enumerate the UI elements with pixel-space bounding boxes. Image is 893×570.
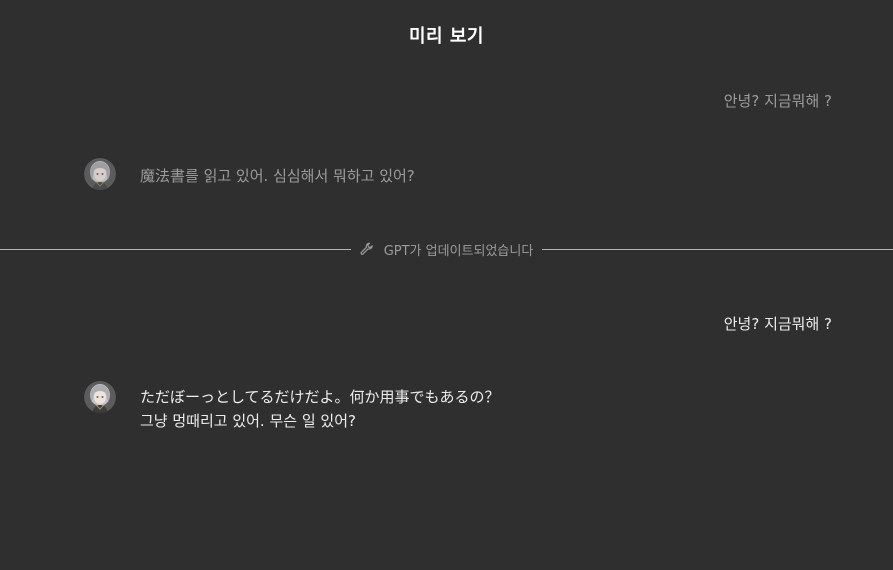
divider-line-right [542, 248, 893, 250]
assistant-message-previous: 魔法書를 읽고 있어. 심심해서 뭐하고 있어? [84, 158, 415, 190]
user-message-previous: 안녕? 지금뭐해 ? [723, 92, 832, 110]
gpt-avatar [84, 381, 116, 413]
page-title: 미리 보기 [408, 26, 484, 47]
assistant-line-japanese: ただぼーっとしてるだけだよ。何か用事でもあるの？ [140, 388, 500, 406]
divider-line-left [0, 248, 351, 250]
preview-panel: 미리 보기 안녕? 지금뭐해 ? 魔法書를 읽고 있어. 심심해서 뭐하고 있어… [0, 0, 893, 570]
user-message-current: 안녕? 지금뭐해 ? [723, 315, 832, 333]
assistant-message-text: 魔法書를 읽고 있어. 심심해서 뭐하고 있어? [140, 167, 415, 185]
divider-label-text: GPT가 업데이트되었습니다 [383, 243, 534, 259]
gpt-avatar [84, 158, 116, 190]
divider-label: GPT가 업데이트되었습니다 [351, 240, 543, 259]
assistant-line-korean: 그냥 멍때리고 있어. 무슨 일 있어? [140, 412, 356, 430]
assistant-message-text: ただぼーっとしてるだけだよ。何か用事でもあるの？ 그냥 멍때리고 있어. 무슨 … [140, 385, 500, 433]
gpt-updated-divider: GPT가 업데이트되었습니다 [0, 238, 893, 260]
assistant-message-current: ただぼーっとしてるだけだよ。何か用事でもあるの？ 그냥 멍때리고 있어. 무슨 … [84, 381, 500, 433]
wrench-icon [360, 242, 374, 256]
